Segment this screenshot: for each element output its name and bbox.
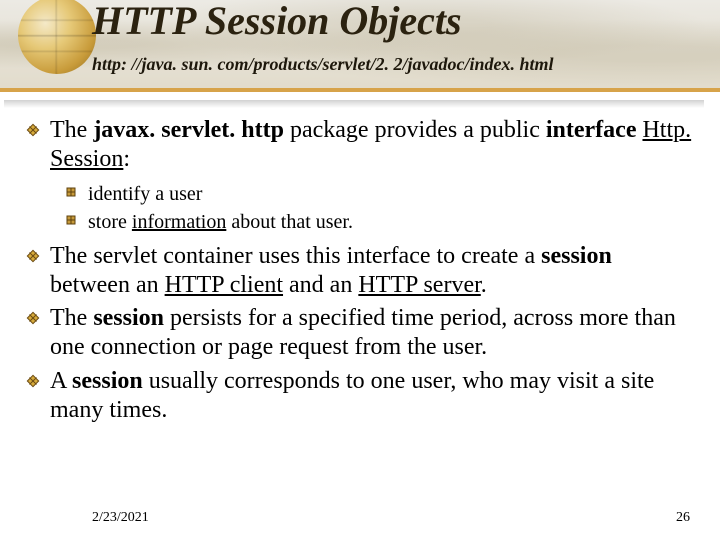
text-bold: javax. servlet. http <box>93 117 284 143</box>
text-run: about that user. <box>226 211 353 233</box>
text-run: . <box>481 272 487 298</box>
slide: HTTP Session Objects http: //java. sun. … <box>0 0 720 540</box>
text-underlined: HTTP client <box>165 272 283 298</box>
text-run: package provides a public <box>284 117 546 143</box>
bullet-text: A session usually corresponds to one use… <box>50 367 694 426</box>
slide-title: HTTP Session Objects <box>92 0 462 42</box>
text-bold: session <box>541 243 612 269</box>
text-run: store <box>88 211 132 233</box>
text-bold: interface <box>546 117 643 143</box>
sub-bullet-text: store information about that user. <box>88 209 353 236</box>
footer-date: 2/23/2021 <box>92 510 149 526</box>
diamond-bullet-icon <box>26 242 50 263</box>
bullet-text: The session persists for a specified tim… <box>50 304 694 363</box>
bullet-item: A session usually corresponds to one use… <box>26 367 694 426</box>
diamond-bullet-icon <box>26 367 50 388</box>
text-run: The <box>50 305 93 331</box>
bullet-item: The session persists for a specified tim… <box>26 304 694 363</box>
diamond-bullet-icon <box>26 304 50 325</box>
text-run: and an <box>283 272 358 298</box>
bullet-text: The javax. servlet. http package provide… <box>50 116 694 175</box>
text-run: The servlet container uses this interfac… <box>50 243 541 269</box>
text-run: : <box>123 146 130 172</box>
text-run: A <box>50 368 72 394</box>
text-bold: session <box>93 305 164 331</box>
bullet-item: The servlet container uses this interfac… <box>26 242 694 301</box>
sub-bullet-text: identify a user <box>88 181 202 208</box>
text-run: between an <box>50 272 165 298</box>
sub-bullet-list: identify a user store information about … <box>66 181 694 236</box>
bullet-text: The servlet container uses this interfac… <box>50 242 694 301</box>
text-bold: session <box>72 368 143 394</box>
sub-bullet-item: identify a user <box>66 181 694 208</box>
slide-body: The javax. servlet. http package provide… <box>26 114 694 429</box>
slide-subtitle: http: //java. sun. com/products/servlet/… <box>92 54 554 75</box>
divider-shadow <box>4 100 704 108</box>
diamond-bullet-icon <box>26 116 50 137</box>
sub-bullet-item: store information about that user. <box>66 209 694 236</box>
text-underlined: information <box>132 211 226 233</box>
square-bullet-icon <box>66 209 88 225</box>
text-underlined: HTTP server <box>358 272 480 298</box>
bullet-item: The javax. servlet. http package provide… <box>26 116 694 175</box>
text-run: The <box>50 117 93 143</box>
square-bullet-icon <box>66 181 88 197</box>
page-number: 26 <box>676 510 690 526</box>
